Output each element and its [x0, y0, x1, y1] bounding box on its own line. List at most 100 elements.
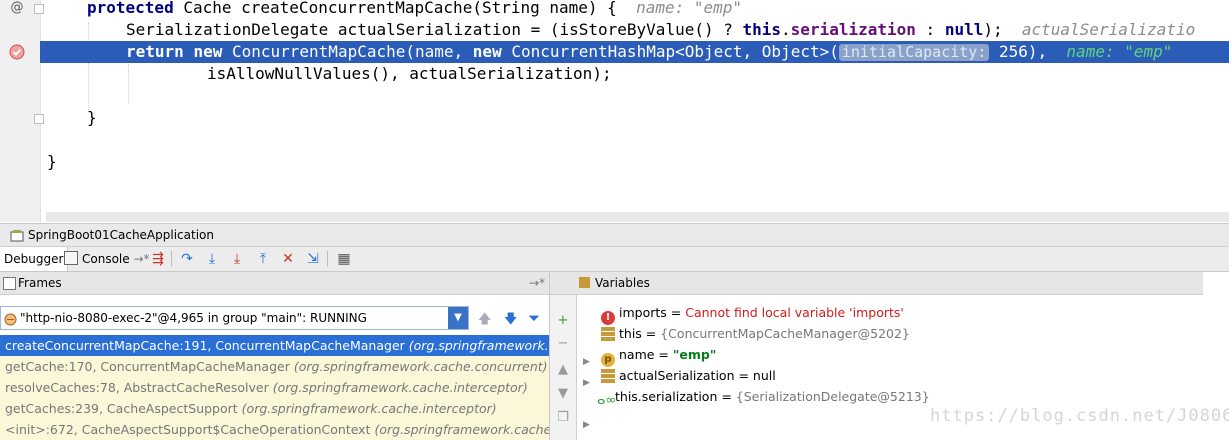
frame-row[interactable]: getCaches:239, CacheAspectSupport (org.s…	[0, 398, 549, 419]
move-up-icon[interactable]: ▲	[555, 362, 571, 378]
frame-package: (org.springframework.cache.interceptor)	[374, 422, 549, 437]
thread-label: "http-nio-8080-exec-2"@4,965 in group "m…	[20, 311, 367, 325]
code-line-4: isAllowNullValues(), actualSerialization…	[207, 64, 612, 83]
variable-row[interactable]: ! imports = Cannot find local variable 'i…	[601, 302, 904, 325]
filter-icon[interactable]: ⏷	[528, 309, 540, 327]
variable-row[interactable]: actualSerialization = null	[601, 365, 776, 386]
breakpoint-icon[interactable]	[9, 44, 25, 60]
variable-value: Cannot find local variable 'imports'	[685, 305, 904, 320]
variable-value: null	[752, 368, 776, 383]
next-frame-icon[interactable]: 🡇	[504, 310, 517, 332]
fold-marker-icon[interactable]	[34, 4, 44, 14]
debug-session-tab[interactable]: SpringBoot01CacheApplication	[0, 224, 1229, 247]
code-text: Cache createConcurrentMapCache(String na…	[173, 0, 617, 17]
code-line-3: return new ConcurrentMapCache(name, new …	[126, 41, 1172, 63]
field-serialization: serialization	[790, 20, 916, 39]
editor-gutter: @	[0, 0, 41, 222]
tab-console[interactable]: Console →*	[60, 247, 154, 271]
code-line-8: }	[47, 152, 57, 171]
session-title: SpringBoot01CacheApplication	[28, 228, 214, 242]
code-text: 256),	[989, 42, 1048, 61]
frame-row[interactable]: getCache:170, ConcurrentMapCacheManager …	[0, 356, 549, 377]
inline-value-hint: name: "emp"	[636, 0, 743, 17]
expand-arrow-icon[interactable]: ▶	[583, 378, 593, 388]
toolbar-separator	[327, 251, 328, 267]
code-line-6: }	[87, 108, 97, 127]
variable-row[interactable]: ⴰ∞this.serialization = {SerializationDel…	[597, 386, 930, 408]
inline-value-hint: actualSerializatio	[1021, 20, 1196, 39]
frame-row[interactable]: resolveCaches:78, AbstractCacheResolver …	[0, 377, 549, 398]
expand-arrow-icon[interactable]: ▶	[583, 357, 593, 367]
variable-name: actualSerialization	[619, 368, 735, 383]
keyword-this: this	[742, 20, 782, 39]
remove-watch-icon[interactable]: −	[555, 336, 571, 352]
variable-row[interactable]: p name = "emp"	[601, 344, 716, 367]
variable-row[interactable]: this = {ConcurrentMapCacheManager@5202}	[601, 323, 910, 344]
parameter-name-hint: initialCapacity:	[838, 44, 990, 61]
variable-eq: =	[654, 347, 673, 362]
frame-package: (org.springframework.cache.concurrent)	[408, 338, 549, 353]
frame-row[interactable]: <init>:672, CacheAspectSupport$CacheOper…	[0, 419, 549, 440]
step-out-icon[interactable]: ⤒	[254, 250, 272, 268]
move-down-icon[interactable]: ▼	[555, 386, 571, 402]
keyword-new: new	[193, 42, 223, 61]
frame-method: getCaches:239, CacheAspectSupport	[5, 401, 238, 416]
field-icon	[601, 327, 615, 341]
force-step-into-icon[interactable]: ⤓	[228, 250, 246, 268]
step-into-icon[interactable]: ⤓	[203, 250, 221, 268]
tab-debugger[interactable]: Debugger	[0, 247, 69, 271]
frames-title: Frames	[18, 276, 62, 290]
toolbar-separator	[171, 251, 172, 267]
keyword-new: new	[472, 42, 502, 61]
run-to-cursor-icon[interactable]: ⇲	[304, 250, 322, 268]
expand-arrow-icon[interactable]: ▶	[583, 420, 593, 430]
code-text: :	[915, 20, 945, 39]
variable-eq: =	[641, 326, 661, 341]
console-icon	[64, 251, 78, 265]
variables-icon	[579, 277, 590, 288]
thread-selector[interactable]: "http-nio-8080-exec-2"@4,965 in group "m…	[0, 306, 469, 330]
frame-package: (org.springframework.cache.interceptor)	[241, 401, 497, 416]
override-annotation-icon[interactable]: @	[9, 0, 25, 16]
indent-guide	[128, 64, 129, 104]
evaluate-expression-icon[interactable]: ▦	[335, 250, 353, 268]
debug-toolbar: Debugger Console →* ⇶ ↷ ⤓ ⤓ ⤒ ✕ ⇲ ▦	[0, 247, 1229, 272]
variable-value: {ConcurrentMapCacheManager@5202}	[660, 326, 910, 341]
frames-panel: Frames →* "http-nio-8080-exec-2"@4,965 i…	[0, 272, 550, 440]
variable-name: name	[619, 347, 655, 362]
frames-header: Frames →*	[0, 272, 549, 295]
code-text: SerializationDelegate actualSerializatio…	[126, 20, 743, 39]
frame-row[interactable]: createConcurrentMapCache:191, Concurrent…	[0, 335, 549, 356]
editor-horizontal-scrollbar[interactable]	[46, 212, 1229, 222]
code-text: );	[983, 20, 1003, 39]
code-text: .	[781, 20, 791, 39]
code-line-1: protected Cache createConcurrentMapCache…	[87, 0, 742, 19]
pin-icon: →*	[133, 252, 150, 266]
copy-icon[interactable]: ❐	[555, 410, 571, 426]
variable-eq: =	[734, 368, 753, 383]
chevron-down-icon[interactable]: ▼	[448, 307, 468, 329]
console-label: Console	[82, 252, 130, 266]
previous-frame-icon[interactable]: 🡅	[478, 310, 491, 332]
indent-guide	[88, 22, 89, 112]
code-text: ConcurrentHashMap<Object, Object>(	[501, 42, 839, 61]
show-execution-point-icon[interactable]: ⇶	[149, 250, 167, 268]
execution-line-highlight: return new ConcurrentMapCache(name, new …	[40, 41, 1229, 63]
keyword-protected: protected	[87, 0, 174, 17]
fold-marker-icon[interactable]	[34, 114, 44, 124]
variable-value: {SerializationDelegate@5213}	[735, 389, 930, 404]
frame-method: resolveCaches:78, AbstractCacheResolver	[5, 380, 269, 395]
drop-frame-icon[interactable]: ✕	[279, 250, 297, 268]
variables-side-toolbar: + − ▲ ▼ ❐	[550, 272, 577, 440]
variable-name: this	[619, 326, 642, 341]
watermark: https://blog.csdn.net/J080624	[930, 406, 1229, 426]
code-editor[interactable]: @ protected Cache createConcurrentMapCac…	[0, 0, 1229, 222]
variable-name: imports	[619, 305, 667, 320]
spring-boot-app-icon	[10, 228, 24, 242]
frames-icon	[3, 277, 16, 290]
code-line-2: SerializationDelegate actualSerializatio…	[126, 19, 1195, 41]
pin-icon[interactable]: →*	[529, 272, 545, 294]
step-over-icon[interactable]: ↷	[178, 250, 196, 268]
new-watch-icon[interactable]: +	[555, 313, 571, 329]
keyword-return: return	[126, 42, 184, 61]
